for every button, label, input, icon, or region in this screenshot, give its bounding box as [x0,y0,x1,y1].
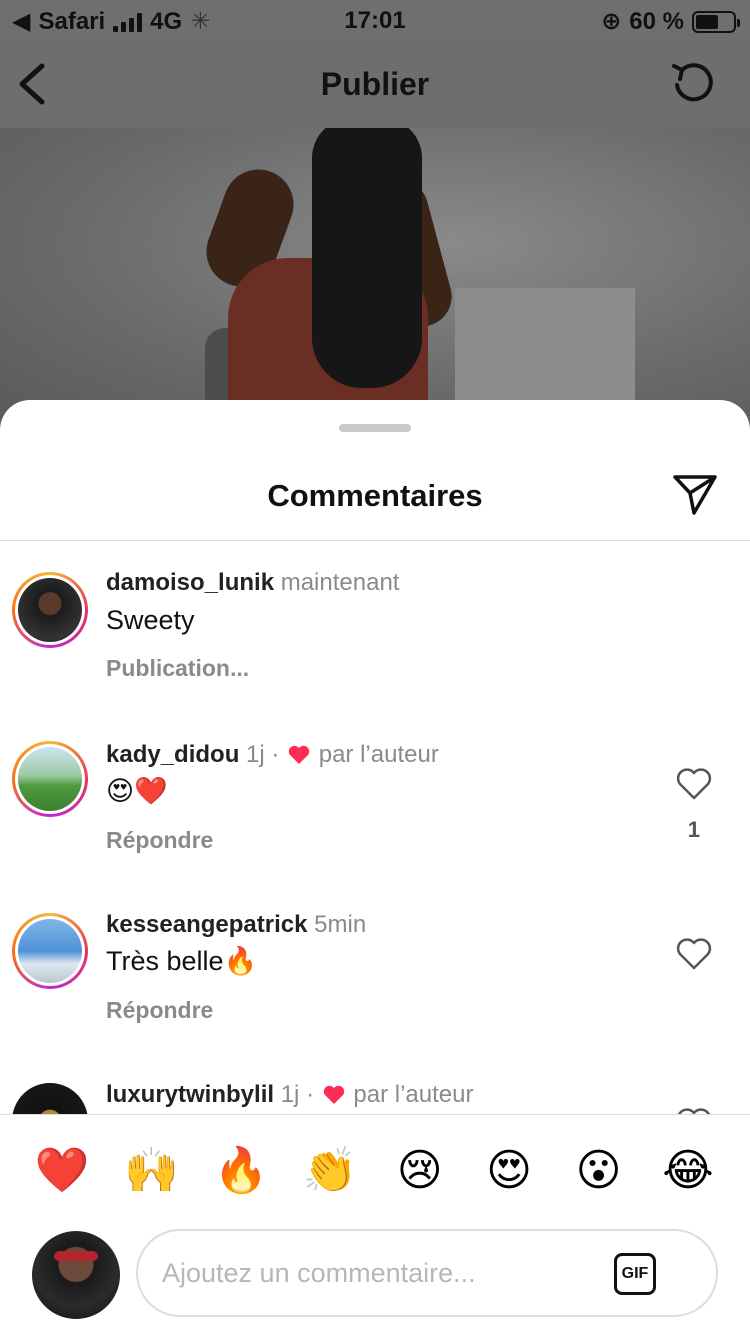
status-bar: ◀ Safari 4G ✳ 17:01 ⊕ 60 % [0,0,750,40]
comment-text: 😍❤️ [106,776,168,806]
comment-username[interactable]: kesseangepatrick [106,911,307,938]
comment-time: 1j [280,1081,300,1108]
comment-header: damoiso_lunik maintenant [106,569,399,597]
comments-sheet: Commentaires damoiso_lunik maintenant Sw… [0,400,750,1334]
liked-by-author-label: par l’auteur [353,1081,474,1108]
battery-fill [696,14,718,29]
avatar[interactable] [12,741,88,817]
like-heart-icon[interactable] [676,1107,712,1114]
emoji-clap-button[interactable]: 👏 [292,1148,368,1193]
battery-label: 60 % [629,7,684,35]
comment-input-wrapper[interactable]: GIF [136,1229,718,1317]
nav-bar: Publier [0,40,750,128]
avatar[interactable] [12,1083,88,1114]
photo-box [455,288,635,418]
page-title: Publier [320,66,430,102]
comment-username[interactable]: damoiso_lunik [106,569,274,596]
reply-button[interactable]: Répondre [106,997,213,1024]
comment-status: Publication... [106,655,250,681]
avatar[interactable] [12,913,88,989]
emoji-surprised-button[interactable]: 😮 [561,1148,637,1193]
avatar-photo [18,578,82,642]
comment-time: 1j [246,741,265,768]
comment-username[interactable]: kady_didou [106,741,239,768]
author-heart-icon [323,1085,344,1104]
emoji-crying-button[interactable]: 😢 [382,1148,458,1193]
emoji-bar: ❤️ 🙌 🔥 👏 😢 😍 😮 😂 [0,1114,750,1226]
comment-text: Très belle🔥 [106,946,258,976]
meta-separator: · [306,1081,315,1108]
like-count: 1 [687,817,700,842]
comment-time: maintenant [280,569,400,596]
reply-button[interactable]: Répondre [106,827,213,854]
photo-hair [312,128,422,388]
comments-list[interactable]: damoiso_lunik maintenant Sweety Publicat… [0,541,750,1114]
emoji-laughing-button[interactable]: 😂 [650,1148,726,1193]
comment-header: luxurytwinbylil 1j · par l’auteur [106,1081,473,1109]
orientation-lock-icon: ⊕ [601,8,622,35]
meta-separator: · [271,741,280,768]
comment-text: Sweety [106,605,195,635]
my-avatar[interactable] [32,1231,120,1319]
post-image [0,128,750,418]
like-heart-icon[interactable] [676,767,712,801]
emoji-fire-button[interactable]: 🔥 [203,1148,279,1193]
refresh-icon[interactable] [668,58,718,108]
send-icon[interactable] [672,472,718,516]
avatar-photo [12,1083,88,1114]
comment-time: 5min [314,911,367,938]
liked-by-author-label: par l’auteur [318,741,439,768]
author-heart-icon [288,745,310,764]
comment-composer: GIF [0,1226,750,1334]
comment-header: kesseangepatrick 5min [106,911,366,939]
like-heart-icon[interactable] [676,937,712,971]
status-right: ⊕ 60 % [601,7,740,36]
comment-header: kady_didou 1j · par l’auteur [106,741,439,769]
sheet-title: Commentaires [267,478,483,513]
avatar[interactable] [12,572,88,648]
battery-icon [692,10,740,33]
avatar-photo [18,919,82,983]
comment-input[interactable] [162,1231,602,1315]
gif-button[interactable]: GIF [614,1253,656,1295]
screen: ◀ Safari 4G ✳ 17:01 ⊕ 60 % Publier Comme… [0,0,750,1334]
avatar-photo [18,747,82,811]
emoji-heart-button[interactable]: ❤️ [24,1148,100,1193]
emoji-raised-hands-button[interactable]: 🙌 [113,1148,189,1193]
emoji-heart-eyes-button[interactable]: 😍 [471,1148,547,1193]
sheet-grabber[interactable] [339,424,411,432]
comment-username[interactable]: luxurytwinbylil [106,1081,274,1108]
